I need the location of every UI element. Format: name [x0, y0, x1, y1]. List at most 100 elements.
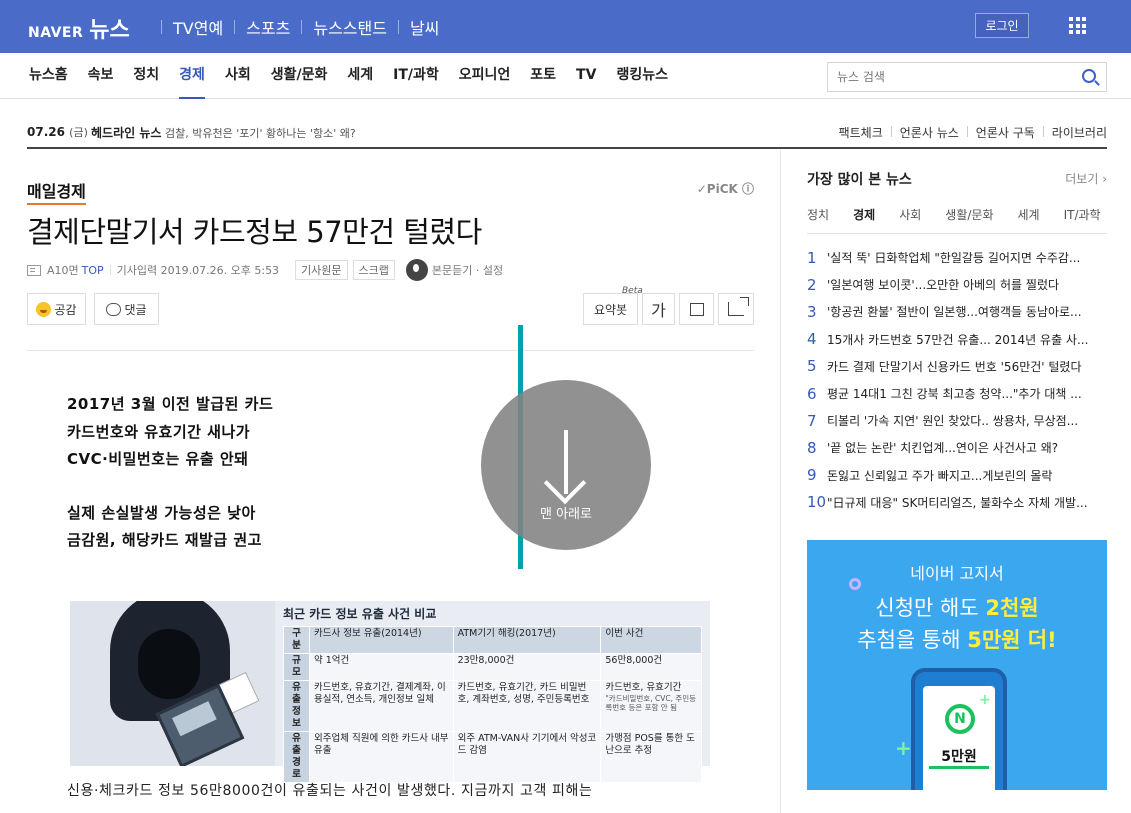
tab-world[interactable]: 세계	[1018, 206, 1040, 223]
tab-life-culture[interactable]: 생활/문화	[945, 206, 993, 223]
list-item[interactable]: 6 평균 14대1 그친 강북 최고층 청약..."추가 대책 ...	[807, 380, 1107, 407]
table-row: 규모 약 1억건 23만8,000건 56만8,000건	[283, 653, 702, 681]
most-viewed-title: 가장 많이 본 뉴스	[807, 172, 912, 188]
like-button[interactable]: 공감	[27, 293, 86, 325]
summary-line: 카드번호와 유효기간 새나가	[67, 422, 251, 441]
divider	[301, 20, 303, 34]
tab-it-science[interactable]: IT/과학	[1064, 206, 1101, 223]
nav-photo[interactable]: 포토	[530, 53, 556, 99]
headline-link[interactable]: 검찰, 박유천은 '포기' 황하나는 '항소' 왜?	[165, 125, 356, 141]
print-icon	[689, 302, 704, 316]
list-item[interactable]: 1 '실적 뚝' 日화학업체 "한일갈등 길어지면 수주감...	[807, 244, 1107, 271]
tab-politics[interactable]: 정치	[807, 206, 829, 223]
top-nav-weather[interactable]: 날씨	[410, 15, 439, 39]
nav-world[interactable]: 세계	[347, 53, 373, 99]
decoration	[849, 578, 861, 590]
nav-economy[interactable]: 경제	[179, 53, 205, 99]
news-search-input[interactable]	[827, 62, 1107, 92]
top-nav-tv[interactable]: TV연예	[173, 15, 223, 39]
tab-society[interactable]: 사회	[899, 206, 921, 223]
ranking-list: 1 '실적 뚝' 日화학업체 "한일갈등 길어지면 수주감... 2 '일본여행 보…	[807, 244, 1107, 516]
nav-politics[interactable]: 정치	[133, 53, 159, 99]
share-button[interactable]	[718, 293, 754, 325]
font-size-icon: 가	[651, 301, 666, 320]
summary-line: 실제 손실발생 가능성은 낮아	[67, 503, 256, 522]
search-icon[interactable]	[1082, 69, 1096, 83]
press-logo[interactable]: 매일경제	[27, 178, 86, 205]
listen-icon[interactable]	[405, 259, 428, 281]
divider	[161, 20, 162, 34]
plus-icon: +	[895, 736, 912, 760]
article-summary: 2017년 3월 이전 발급된 카드 카드번호와 유효기간 새나가 CVC·비밀…	[67, 391, 273, 555]
summary-line: 2017년 3월 이전 발급된 카드	[67, 395, 274, 413]
arrow-down-icon	[543, 430, 588, 505]
list-item[interactable]: 3 '항공권 환불' 절반이 일본행...여행객들 동남아로...	[807, 298, 1107, 325]
link-factcheck[interactable]: 팩트체크	[839, 124, 883, 141]
divider	[780, 150, 781, 813]
nav-it-science[interactable]: IT/과학	[393, 53, 439, 99]
headline-links: 팩트체크 언론사 뉴스 언론사 구독 라이브러리	[839, 124, 1107, 141]
font-size-button[interactable]: 가	[642, 293, 675, 325]
beta-label: Beta	[622, 286, 643, 296]
list-item[interactable]: 7 티볼리 '가속 지연' 원인 찾았다.. 쌍용차, 무상점...	[807, 407, 1107, 434]
top-nav-sports[interactable]: 스포츠	[246, 15, 290, 39]
divider	[27, 350, 754, 351]
summary-bot-button[interactable]: 요약봇 Beta	[583, 286, 643, 325]
comment-button[interactable]: 댓글	[94, 293, 159, 325]
link-press-subscribe[interactable]: 언론사 구독	[976, 124, 1035, 141]
newspaper-icon	[27, 264, 41, 276]
nav-tv[interactable]: TV	[576, 53, 596, 99]
list-item[interactable]: 8 '끝 없는 논란' 치킨업계...연이은 사건사고 왜?	[807, 434, 1107, 461]
article-actions: 공감 댓글 요약봇 Beta 가	[27, 286, 754, 325]
plus-icon: +	[979, 692, 991, 708]
hacker-illustration	[70, 601, 275, 766]
divider	[397, 20, 399, 34]
nav-news-home[interactable]: 뉴스홈	[29, 53, 68, 99]
nav-life-culture[interactable]: 생활/문화	[271, 53, 328, 99]
nav-society[interactable]: 사회	[225, 53, 251, 99]
top-label: TOP	[81, 263, 104, 277]
article-title: 결제단말기서 카드정보 57만건 털렸다	[27, 215, 482, 249]
table-title: 최근 카드 정보 유출 사건 비교	[283, 607, 437, 621]
link-press-news[interactable]: 언론사 뉴스	[900, 124, 959, 141]
app-grid-icon[interactable]	[1069, 17, 1086, 34]
headline-label[interactable]: 헤드라인 뉴스	[91, 124, 161, 141]
share-icon	[728, 297, 749, 316]
list-item[interactable]: 10 "日규제 대응" SK머티리얼즈, 불화수소 자체 개발...	[807, 489, 1107, 516]
headline-bar: 07.26 (금) 헤드라인 뉴스 검찰, 박유천은 '포기' 황하나는 '항소…	[27, 121, 1107, 149]
list-item[interactable]: 4 15개사 카드번호 57만건 유출... 2014년 유출 사...	[807, 326, 1107, 353]
top-bar: NAVER 뉴스 TV연예 스포츠 뉴스스탠드 날씨 로그인	[0, 0, 1131, 53]
table-row: 유출 정보 카드번호, 유효기간, 결제계좌, 이용실적, 연소득, 개인정보 …	[283, 680, 702, 732]
top-nav-newsstand[interactable]: 뉴스스탠드	[313, 15, 387, 39]
more-link[interactable]: 더보기 ›	[1065, 170, 1107, 187]
listen-settings[interactable]: 설정	[483, 262, 503, 278]
tab-economy[interactable]: 경제	[853, 206, 875, 223]
divider	[234, 20, 236, 34]
print-button[interactable]	[679, 293, 714, 325]
ad-line-3: 추첨을 통해 5만원 더!	[857, 628, 1057, 652]
original-article-button[interactable]: 기사원문	[295, 260, 348, 280]
list-item[interactable]: 5 카드 결제 단말기서 신용카드 번호 '56만건' 털렸다	[807, 353, 1107, 380]
nav-breaking[interactable]: 속보	[88, 53, 114, 99]
logo-naver: NAVER	[28, 25, 84, 41]
comparison-table: 최근 카드 정보 유출 사건 비교 구분 카드사 정보 유출(2014년) AT…	[275, 601, 710, 783]
naver-bill-ad[interactable]: 네이버 고지서 신청만 해도 2천원 추첨을 통해 5만원 더! N 5만원 +…	[807, 540, 1107, 790]
ad-amount: 5만원	[929, 746, 989, 769]
login-button[interactable]: 로그인	[975, 13, 1029, 38]
article-datetime: 기사입력 2019.07.26. 오후 5:53	[116, 264, 280, 277]
article-body: 신용·체크카드 정보 56만8000건이 유출되는 사건이 발생했다. 지금까지…	[67, 783, 593, 799]
listen-button[interactable]: 본문듣기 ·	[432, 262, 479, 278]
scrap-button[interactable]: 스크랩	[352, 260, 395, 280]
nav-opinion[interactable]: 오피니언	[459, 53, 511, 99]
list-item[interactable]: 2 '일본여행 보이콧'...오만한 아베의 허를 찔렀다	[807, 271, 1107, 298]
list-item[interactable]: 9 돈잃고 신뢰잃고 주가 빠지고...게보린의 몰락	[807, 462, 1107, 489]
naver-news-logo[interactable]: NAVER 뉴스	[28, 12, 130, 44]
infographic-image: 최근 카드 정보 유출 사건 비교 구분 카드사 정보 유출(2014년) AT…	[70, 601, 710, 783]
scroll-to-bottom-button[interactable]: 맨 아래로	[481, 380, 651, 550]
nav-ranking[interactable]: 랭킹뉴스	[616, 53, 668, 99]
ad-line-2: 신청만 해도 2천원	[875, 596, 1039, 620]
pick-badge[interactable]: ✓PiCK ⓘ	[697, 180, 754, 197]
most-viewed-tabs: 정치 경제 사회 생활/문화 세계 IT/과학	[807, 206, 1107, 223]
naver-coin-icon: N	[945, 704, 975, 734]
link-library[interactable]: 라이브러리	[1052, 124, 1107, 141]
